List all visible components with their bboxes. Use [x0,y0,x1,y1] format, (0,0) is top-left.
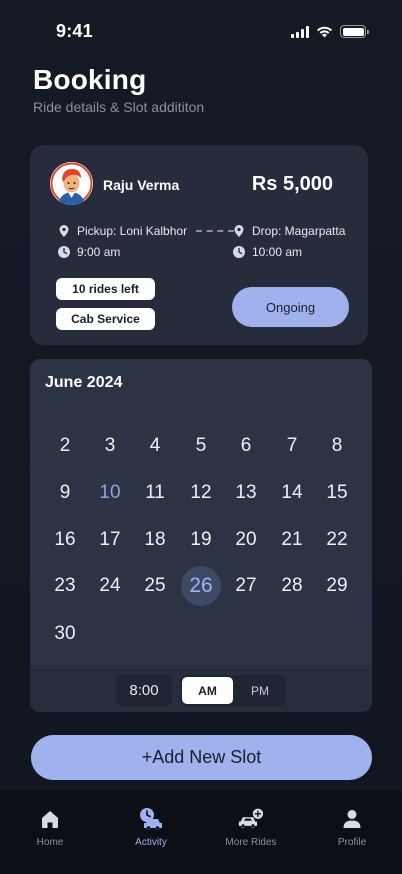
weekday-header-row [30,402,372,416]
add-new-slot-button[interactable]: +Add New Slot [31,735,372,780]
nav-home-label: Home [36,837,64,848]
nav-more-rides[interactable]: More Rides [211,807,291,848]
calendar-day[interactable]: 12 [181,473,221,513]
drop-text: Drop: Magarpatta [252,224,346,238]
calendar-day[interactable]: 18 [135,520,175,560]
am-button[interactable]: AM [182,677,233,704]
calendar-day[interactable]: 25 [135,566,175,606]
calendar-day[interactable]: 22 [317,520,357,560]
calendar-day[interactable]: 28 [272,566,312,606]
car-add-icon [238,808,264,828]
calendar-day[interactable]: 19 [181,520,221,560]
home-icon [42,811,58,828]
profile-icon [343,810,361,828]
pickup-location: Pickup: Loni Kalbhor [57,224,187,238]
am-pm-toggle: AM PM [180,675,286,706]
calendar-day[interactable]: 14 [272,473,312,513]
page-subtitle: Ride details & Slot addititon [33,99,205,115]
calendar-month: June 2024 [45,374,123,391]
pickup-text: Pickup: Loni Kalbhor [77,224,188,238]
status-time: 9:41 [56,21,93,41]
wifi-icon [317,26,332,37]
battery-icon [340,25,369,38]
route-dashed-line [196,230,234,232]
nav-activity[interactable]: Activity [111,807,191,848]
calendar-day[interactable]: 24 [90,566,130,606]
calendar-day[interactable]: 23 [45,566,85,606]
drop-time-text: 10:00 am [252,245,303,259]
calendar-day[interactable]: 13 [226,473,266,513]
calendar-day[interactable]: 27 [226,566,266,606]
nav-profile[interactable]: Profile [312,807,392,848]
drop-time: 10:00 am [232,245,302,259]
calendar-day[interactable]: 30 [45,614,85,654]
calendar-day[interactable]: 2 [45,426,85,466]
calendar-day[interactable]: 8 [317,426,357,466]
clock-icon [233,246,245,258]
calendar-day[interactable]: 5 [181,426,221,466]
page-title: Booking [33,64,147,95]
clock-icon [58,246,70,258]
calendar-day[interactable]: 3 [90,426,130,466]
calendar-day[interactable]: 17 [90,520,130,560]
calendar: June 2024 2 3 4 5 6 7 8 9 10 11 12 13 14 15 16 17 18 19 20… [30,359,372,712]
calendar-day-selected[interactable]: 26 [181,566,221,606]
calendar-day[interactable]: 29 [317,566,357,606]
driver-name: Raju Verma [103,177,180,193]
pickup-time-text: 9:00 am [77,245,121,259]
calendar-day[interactable]: 20 [226,520,266,560]
drop-location: Drop: Magarpatta [232,224,345,238]
location-pin-icon [234,225,244,237]
pickup-time: 9:00 am [57,245,120,259]
status-bar: 9:41 [0,0,402,62]
calendar-day[interactable]: 21 [272,520,312,560]
pm-button[interactable]: PM [235,677,285,704]
ride-status-button[interactable]: Ongoing [232,287,349,327]
nav-home[interactable]: Home [10,807,90,848]
rides-left-badge: 10 rides left [56,278,155,300]
activity-icon [140,808,162,830]
cellular-signal-icon [291,25,309,38]
calendar-day[interactable]: 11 [135,473,175,513]
nav-profile-label: Profile [337,837,367,848]
calendar-day[interactable]: 7 [272,426,312,466]
driver-avatar-illustration [50,162,93,205]
nav-activity-label: Activity [135,837,167,848]
ride-card[interactable]: Raju Verma Rs 5,000 Pickup: Loni Kalbhor… [30,145,368,345]
time-input[interactable]: 8:00 [116,675,172,706]
ride-price: Rs 5,000 [251,173,333,195]
driver-avatar[interactable] [50,162,93,205]
calendar-day[interactable]: 10 [90,473,130,513]
calendar-day[interactable]: 16 [45,520,85,560]
status-icons [291,25,369,38]
calendar-day[interactable]: 9 [45,473,85,513]
calendar-day[interactable]: 4 [135,426,175,466]
nav-more-rides-label: More Rides [225,837,277,848]
service-badge: Cab Service [56,308,155,330]
bottom-navigation: Home Activity More Rides Profile [0,791,402,874]
location-pin-icon [59,225,69,237]
calendar-day[interactable]: 15 [317,473,357,513]
calendar-day[interactable]: 6 [226,426,266,466]
